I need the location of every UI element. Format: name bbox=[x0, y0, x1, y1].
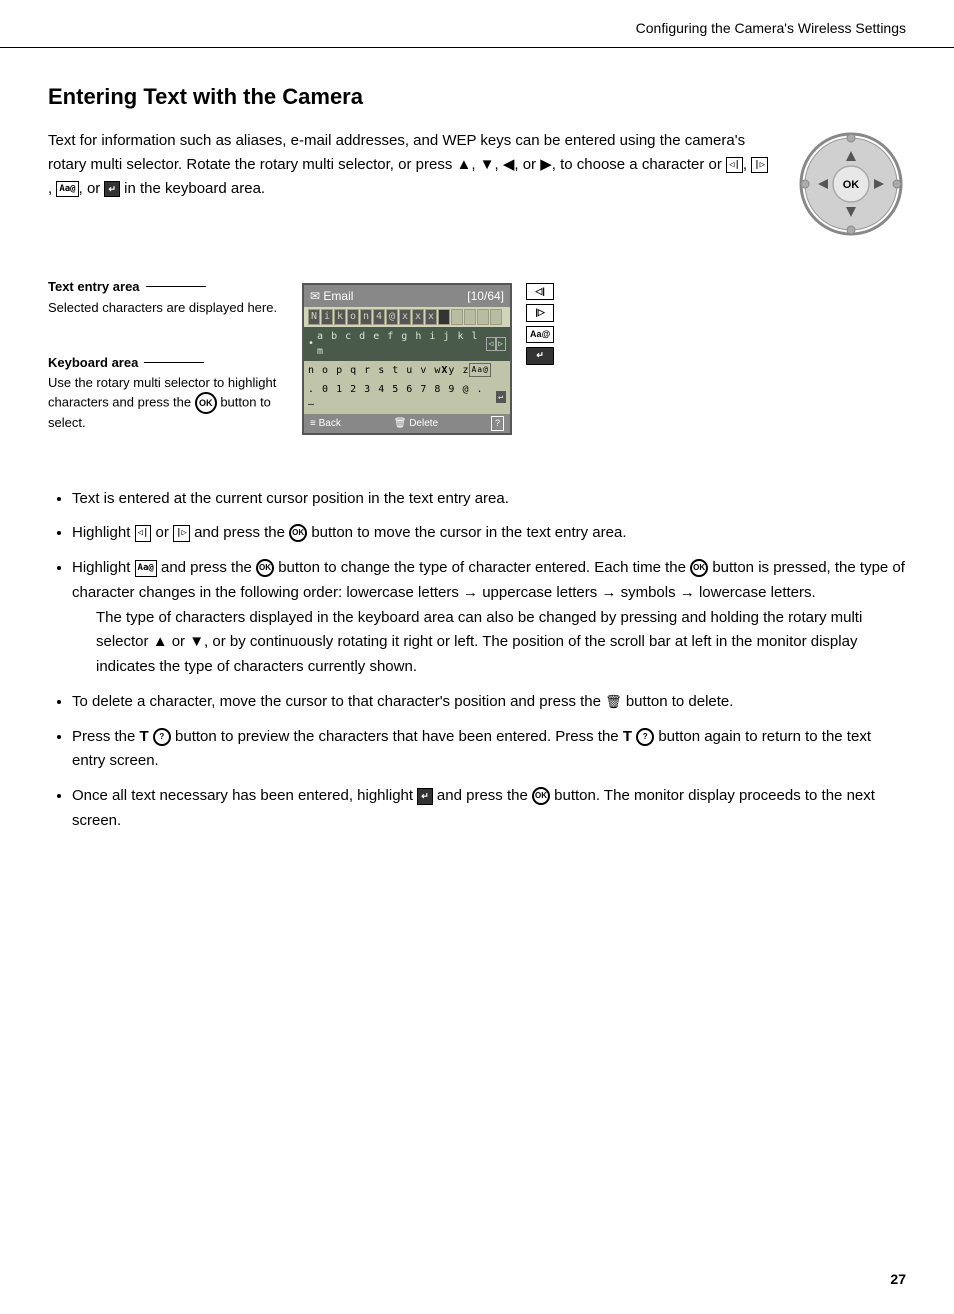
intro-text: Text for information such as aliases, e-… bbox=[48, 129, 772, 201]
bullet-list: Text is entered at the current cursor po… bbox=[48, 487, 906, 834]
bullet-item-5: Once all text necessary has been entered… bbox=[72, 784, 906, 834]
icon-left-b1: ◁| bbox=[135, 525, 152, 542]
lcd-keyboard-row2: n o p q r s t u v wX y z Aa@ bbox=[304, 361, 510, 380]
trash-icon-b3: 🗑 bbox=[605, 694, 622, 709]
header-title: Configuring the Camera's Wireless Settin… bbox=[636, 18, 906, 39]
bullet-item-1: Highlight ◁| or |▷ and press the OK butt… bbox=[72, 521, 906, 546]
lcd-back-btn: ≡ Back bbox=[310, 416, 341, 431]
icon-aa-inline: Aa@ bbox=[56, 181, 78, 197]
bullet-item-3: To delete a character, move the cursor t… bbox=[72, 690, 906, 715]
text-entry-label-block: Text entry area Selected characters are … bbox=[48, 277, 278, 317]
text-entry-desc: Selected characters are displayed here. bbox=[48, 299, 278, 317]
lcd-header: ✉ Email [10/64] bbox=[304, 285, 510, 307]
ok-circle-b1: OK bbox=[289, 524, 307, 542]
lcd-counter: [10/64] bbox=[467, 287, 504, 305]
page-content: Entering Text with the Camera Text for i… bbox=[0, 48, 954, 892]
lcd-screen: ✉ Email [10/64] N i k o n 4 @ x x x bbox=[302, 283, 512, 436]
page-number: 27 bbox=[890, 1269, 906, 1290]
camera-dial-image: OK bbox=[796, 129, 906, 239]
lcd-keyboard-row1: •a b c d e f g h i j k l m ◁ ▷ bbox=[304, 327, 510, 361]
ok-circle-diagram: OK bbox=[195, 392, 217, 414]
lcd-email-icon: ✉ Email bbox=[310, 287, 353, 305]
ok-circle-b2: OK bbox=[256, 559, 274, 577]
svg-text:OK: OK bbox=[843, 179, 860, 191]
icon-left-bracket: ◁| bbox=[726, 157, 743, 173]
icon-right-bracket: |▷ bbox=[751, 157, 768, 173]
intro-block: Text for information such as aliases, e-… bbox=[48, 129, 906, 239]
ok-circle-b2b: OK bbox=[690, 559, 708, 577]
keyboard-desc: Use the rotary multi selector to highlig… bbox=[48, 374, 278, 432]
bullet-2-extra: The type of characters displayed in the … bbox=[96, 606, 906, 680]
lcd-help-btn: ? bbox=[491, 416, 504, 432]
keyboard-label: Keyboard area bbox=[48, 353, 278, 373]
side-icons: ◁| |▷ Aa@ ↵ bbox=[526, 283, 554, 365]
side-icon-aa: Aa@ bbox=[526, 326, 554, 344]
side-icon-right: |▷ bbox=[526, 304, 554, 322]
screen-area: ✉ Email [10/64] N i k o n 4 @ x x x bbox=[302, 283, 554, 436]
bullet-item-4: Press the T ? button to preview the char… bbox=[72, 725, 906, 775]
icon-aa-b2: Aa@ bbox=[135, 560, 157, 577]
ok-circle-b4a: ? bbox=[153, 728, 171, 746]
lcd-footer: ≡ Back 🗑 Delete ? bbox=[304, 414, 510, 434]
bullet-item-2: Highlight Aa@ and press the OK button to… bbox=[72, 556, 906, 680]
lcd-delete-btn: 🗑 Delete bbox=[394, 416, 438, 431]
diagram-section: Text entry area Selected characters are … bbox=[48, 267, 906, 451]
ok-circle-b4b: ? bbox=[636, 728, 654, 746]
icon-right-b1: |▷ bbox=[173, 525, 190, 542]
page-header: Configuring the Camera's Wireless Settin… bbox=[0, 0, 954, 48]
icon-enter-inline: ↵ bbox=[104, 181, 120, 197]
side-icon-enter: ↵ bbox=[526, 347, 554, 365]
diagram-labels: Text entry area Selected characters are … bbox=[48, 267, 278, 451]
bullet-item-0: Text is entered at the current cursor po… bbox=[72, 487, 906, 512]
section-title: Entering Text with the Camera bbox=[48, 80, 906, 113]
enter-icon-b5: ↵ bbox=[417, 788, 433, 805]
lcd-keyboard-row3: . 0 1 2 3 4 5 6 7 8 9 @ . – ↵ bbox=[304, 380, 510, 414]
text-entry-label: Text entry area bbox=[48, 277, 278, 297]
lcd-text-row: N i k o n 4 @ x x x bbox=[304, 307, 510, 327]
keyboard-label-block: Keyboard area Use the rotary multi selec… bbox=[48, 353, 278, 433]
ok-circle-b5: OK bbox=[532, 787, 550, 805]
side-icon-left: ◁| bbox=[526, 283, 554, 301]
